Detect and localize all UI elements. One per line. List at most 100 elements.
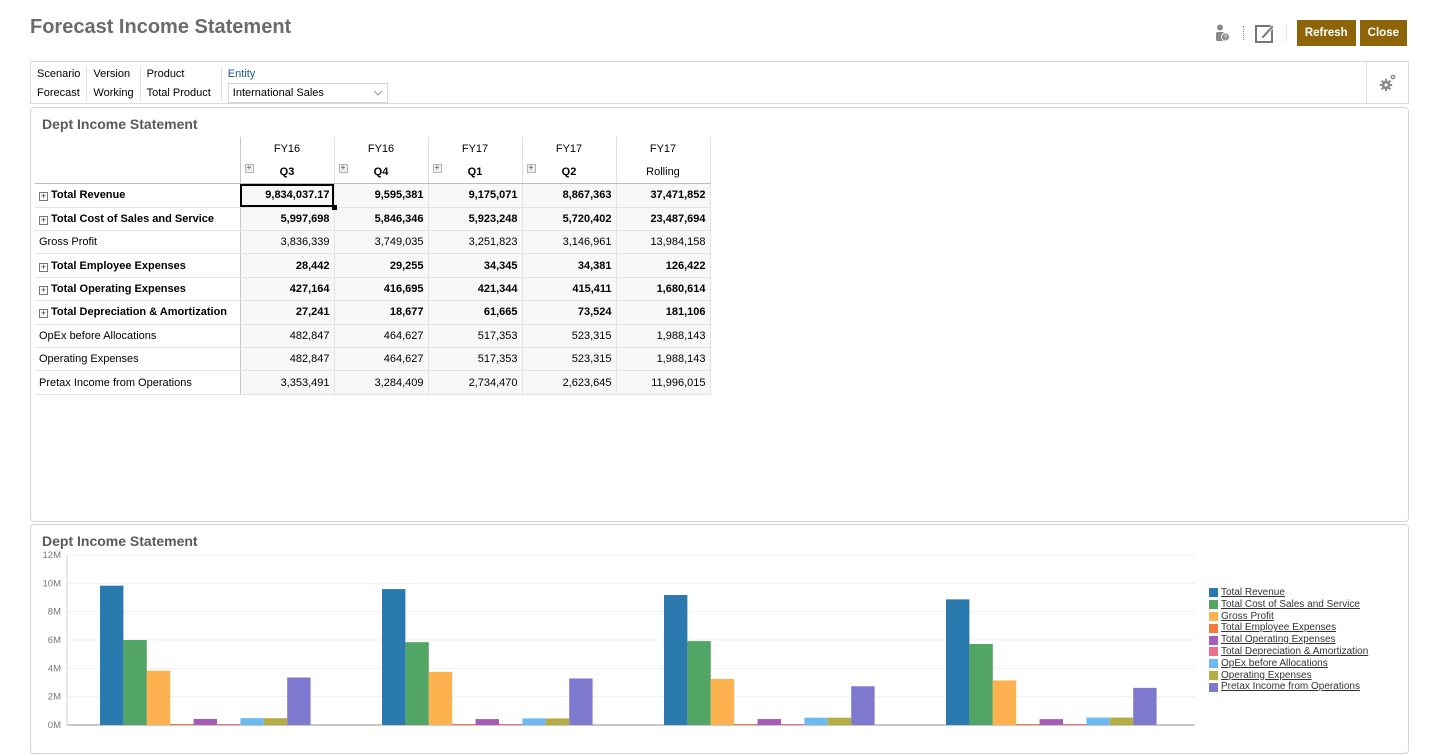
expand-icon[interactable]: + xyxy=(39,262,48,272)
data-cell[interactable]: 5,720,402 xyxy=(522,207,617,232)
bar[interactable] xyxy=(499,724,523,725)
data-cell[interactable]: 421,344 xyxy=(428,277,523,302)
legend-label[interactable]: OpEx before Allocations xyxy=(1221,658,1328,670)
data-cell[interactable]: 29,255 xyxy=(334,253,429,278)
data-cell[interactable]: 23,487,694 xyxy=(616,207,711,232)
settings-gear-icon[interactable] xyxy=(1366,62,1408,103)
bar[interactable] xyxy=(382,589,406,725)
bar[interactable] xyxy=(146,670,171,725)
data-cell[interactable]: 3,836,339 xyxy=(240,230,335,255)
legend-label[interactable]: Total Revenue xyxy=(1221,587,1285,599)
legend-item[interactable]: Total Depreciation & Amortization xyxy=(1209,646,1368,658)
col-header-period[interactable]: + Q4 xyxy=(334,160,429,185)
data-cell[interactable]: 11,996,015 xyxy=(616,370,711,395)
bar[interactable] xyxy=(240,718,264,725)
data-cell[interactable]: 9,175,071 xyxy=(428,183,523,208)
data-cell[interactable]: 464,627 xyxy=(334,347,429,372)
col-header-period[interactable]: + Q2 xyxy=(522,160,617,185)
bar[interactable] xyxy=(569,678,593,725)
legend-item[interactable]: Gross Profit xyxy=(1209,611,1368,623)
bar[interactable] xyxy=(804,717,828,725)
data-cell[interactable]: 61,665 xyxy=(428,300,523,325)
data-cell[interactable]: 517,353 xyxy=(428,347,523,372)
bar[interactable] xyxy=(1086,717,1110,725)
data-cell[interactable]: 13,984,158 xyxy=(616,230,711,255)
data-cell[interactable]: 126,422 xyxy=(616,253,711,278)
bar[interactable] xyxy=(969,643,993,725)
bar[interactable] xyxy=(1016,724,1040,725)
legend-item[interactable]: Total Employee Expenses xyxy=(1209,622,1368,634)
data-cell[interactable]: 3,353,491 xyxy=(240,370,335,395)
data-cell[interactable]: 427,164 xyxy=(240,277,335,302)
data-cell[interactable]: 37,471,852 xyxy=(616,183,711,208)
bar[interactable] xyxy=(287,677,311,725)
data-cell[interactable]: 73,524 xyxy=(522,300,617,325)
bar[interactable] xyxy=(193,718,217,725)
data-cell[interactable]: 181,106 xyxy=(616,300,711,325)
bar[interactable] xyxy=(545,718,570,725)
bar[interactable] xyxy=(452,724,476,725)
pov-value[interactable]: Working xyxy=(93,84,133,103)
legend-item[interactable]: Pretax Income from Operations xyxy=(1209,681,1368,693)
legend-item[interactable]: Operating Expenses xyxy=(1209,670,1368,682)
expand-icon[interactable]: + xyxy=(526,164,536,174)
legend-item[interactable]: Total Revenue xyxy=(1209,587,1368,599)
data-cell[interactable]: 34,345 xyxy=(428,253,523,278)
refresh-button[interactable]: Refresh xyxy=(1296,20,1356,46)
bar[interactable] xyxy=(1039,719,1063,725)
bar[interactable] xyxy=(123,640,147,725)
data-cell[interactable]: 482,847 xyxy=(240,324,335,349)
entity-select[interactable]: International Sales xyxy=(227,83,388,103)
expand-icon[interactable]: + xyxy=(39,215,48,225)
data-cell[interactable]: 3,251,823 xyxy=(428,230,523,255)
legend-label[interactable]: Total Employee Expenses xyxy=(1221,622,1336,634)
col-header-period[interactable]: + Q3 xyxy=(240,160,335,185)
data-cell[interactable]: 3,749,035 xyxy=(334,230,429,255)
legend-label[interactable]: Operating Expenses xyxy=(1221,670,1312,682)
bar[interactable] xyxy=(475,719,499,725)
legend-label[interactable]: Total Operating Expenses xyxy=(1221,634,1336,646)
data-cell[interactable]: 3,284,409 xyxy=(334,370,429,395)
legend-item[interactable]: Total Cost of Sales and Service xyxy=(1209,599,1368,611)
bar[interactable] xyxy=(687,641,711,725)
row-header[interactable]: + Total Operating Expenses xyxy=(35,277,241,302)
col-header-period[interactable]: + Q1 xyxy=(428,160,523,185)
expand-icon[interactable]: + xyxy=(39,286,48,296)
selection-handle[interactable] xyxy=(331,204,337,210)
legend-item[interactable]: Total Operating Expenses xyxy=(1209,634,1368,646)
data-cell[interactable]: 8,867,363 xyxy=(522,183,617,208)
row-header[interactable]: Operating Expenses xyxy=(35,347,241,372)
edit-icon[interactable] xyxy=(1254,22,1276,44)
bar[interactable] xyxy=(781,724,805,725)
expand-icon[interactable]: + xyxy=(244,164,254,174)
row-header[interactable]: + Total Cost of Sales and Service xyxy=(35,207,241,232)
row-header[interactable]: + Total Depreciation & Amortization xyxy=(35,300,241,325)
data-cell[interactable]: 18,677 xyxy=(334,300,429,325)
legend-label[interactable]: Total Depreciation & Amortization xyxy=(1221,646,1368,658)
expand-icon[interactable]: + xyxy=(338,164,348,174)
data-cell[interactable]: 28,442 xyxy=(240,253,335,278)
expand-icon[interactable]: + xyxy=(39,192,48,202)
row-header[interactable]: + Total Employee Expenses xyxy=(35,253,241,278)
legend-item[interactable]: OpEx before Allocations xyxy=(1209,658,1368,670)
bar[interactable] xyxy=(664,595,688,725)
data-cell[interactable]: 416,695 xyxy=(334,277,429,302)
data-cell[interactable]: 5,846,346 xyxy=(334,207,429,232)
legend-label[interactable]: Pretax Income from Operations xyxy=(1221,681,1360,693)
data-cell[interactable]: 3,146,961 xyxy=(522,230,617,255)
bar[interactable] xyxy=(1063,723,1087,725)
pov-value[interactable]: Forecast xyxy=(37,84,80,103)
row-header[interactable]: Gross Profit xyxy=(35,230,241,255)
bar[interactable] xyxy=(946,599,970,725)
bar[interactable] xyxy=(263,718,288,725)
data-cell[interactable]: 482,847 xyxy=(240,347,335,372)
expand-icon[interactable]: + xyxy=(39,309,48,319)
bar[interactable] xyxy=(1133,687,1157,725)
row-header[interactable]: Pretax Income from Operations xyxy=(35,370,241,395)
bar[interactable] xyxy=(170,724,194,725)
data-cell[interactable]: 5,923,248 xyxy=(428,207,523,232)
legend-label[interactable]: Total Cost of Sales and Service xyxy=(1221,599,1360,611)
data-cell[interactable]: 5,997,698 xyxy=(240,207,335,232)
data-cell[interactable]: 1,988,143 xyxy=(616,347,711,372)
bar[interactable] xyxy=(405,642,429,725)
